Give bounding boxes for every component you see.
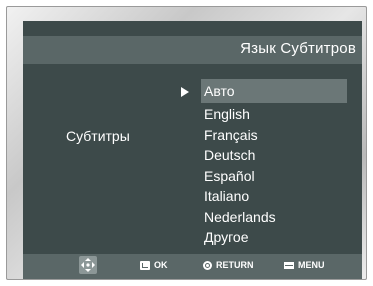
option-italiano[interactable]: Italiano — [201, 186, 347, 207]
return-label: RETURN — [216, 260, 254, 270]
page-title: Язык Субтитров — [240, 40, 356, 57]
menu-hint[interactable]: MENU — [284, 260, 325, 270]
option-english[interactable]: English — [201, 104, 347, 125]
option-francais[interactable]: Français — [201, 125, 347, 146]
language-option-list: Авто English Français Deutsch Español It… — [201, 79, 347, 248]
return-icon — [203, 260, 212, 270]
osd-screen: Язык Субтитров Субтитры Авто English Fra… — [23, 21, 362, 279]
return-hint[interactable]: RETURN — [203, 260, 254, 270]
ok-enter-icon — [140, 260, 150, 270]
title-bar: Язык Субтитров — [23, 36, 362, 64]
menu-icon — [284, 261, 294, 269]
selection-arrow-icon — [181, 87, 189, 97]
menu-label: MENU — [298, 260, 325, 270]
option-deutsch[interactable]: Deutsch — [201, 145, 347, 166]
control-hint-bar: OK RETURN MENU — [23, 254, 362, 279]
option-auto[interactable]: Авто — [201, 79, 347, 103]
dpad-navigation-icon[interactable] — [79, 256, 97, 274]
ok-hint[interactable]: OK — [140, 260, 168, 270]
option-espanol[interactable]: Español — [201, 166, 347, 187]
option-nederlands[interactable]: Nederlands — [201, 207, 347, 228]
ok-label: OK — [154, 260, 168, 270]
option-other[interactable]: Другое — [201, 227, 347, 248]
tv-bezel: Язык Субтитров Субтитры Авто English Fra… — [6, 6, 367, 280]
subtitle-setting-label: Субтитры — [66, 128, 130, 144]
